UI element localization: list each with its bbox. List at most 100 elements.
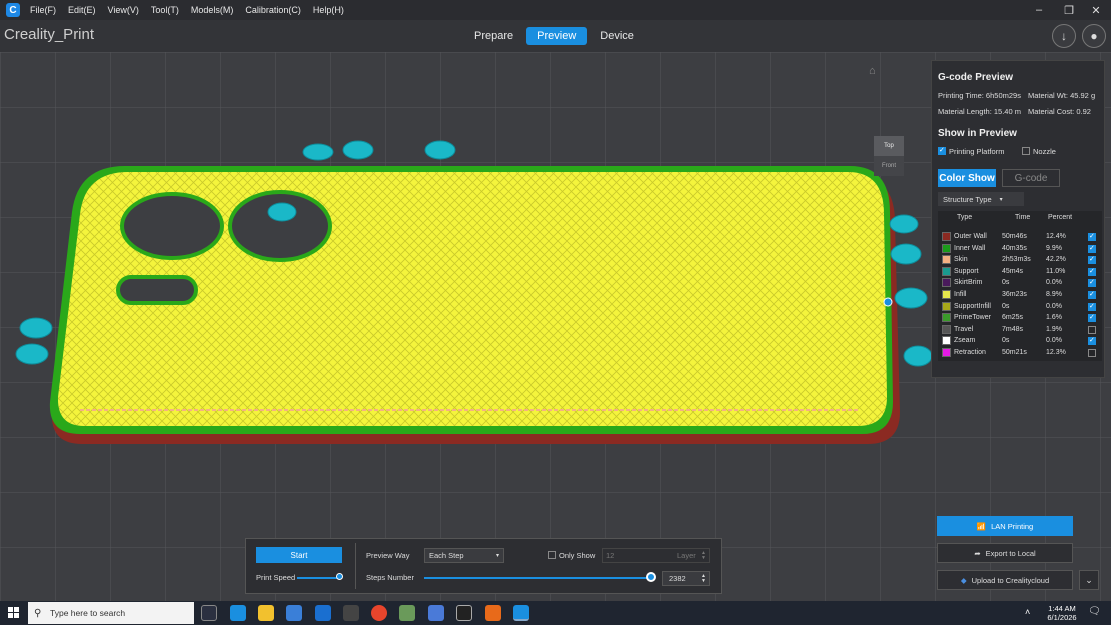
- print-speed-track[interactable]: [297, 577, 341, 579]
- show-in-preview-title: Show in Preview: [938, 128, 1017, 139]
- user-icon[interactable]: ●: [1082, 24, 1106, 48]
- search-placeholder: Type here to search: [50, 608, 126, 618]
- share-icon: ➦: [974, 548, 981, 558]
- print-speed-thumb[interactable]: [336, 573, 343, 580]
- nozzle-label: Nozzle: [1033, 147, 1056, 156]
- header-bar: Creality_Print Prepare Preview Device ↓ …: [0, 20, 1111, 52]
- gcode-tab[interactable]: G-code: [1002, 169, 1060, 187]
- legend-type: Support: [954, 267, 979, 275]
- legend-checkbox[interactable]: [1088, 232, 1096, 241]
- stepper-icon[interactable]: ▲ ▼: [701, 573, 706, 584]
- legend-checkbox[interactable]: [1088, 313, 1096, 323]
- legend-checkbox[interactable]: [1088, 255, 1096, 265]
- legend-checkbox[interactable]: [1088, 290, 1096, 299]
- file-explorer-icon[interactable]: [258, 605, 274, 621]
- legend-row: Skin 2h53m3s 42.2%: [938, 255, 1102, 266]
- legend-percent: 12.3%: [1046, 349, 1066, 356]
- windows-start-icon[interactable]: [8, 607, 20, 619]
- menu-edit[interactable]: Edit(E): [68, 5, 96, 15]
- color-swatch: [942, 278, 951, 288]
- search-icon: ⚲: [34, 607, 42, 619]
- layer-input[interactable]: 12 Layer ▲ ▼: [602, 548, 710, 563]
- legend-percent: 0.0%: [1046, 302, 1062, 310]
- legend-checkbox[interactable]: [1088, 325, 1096, 334]
- lan-printing-button[interactable]: 📶 LAN Printing: [937, 516, 1073, 536]
- upload-cloud-label: Upload to Crealitycloud: [971, 575, 1050, 585]
- app-icon[interactable]: [399, 605, 415, 621]
- menu-models[interactable]: Models(M): [191, 5, 234, 15]
- app-icon[interactable]: [485, 605, 501, 621]
- legend-row: Infill 36m23s 8.9%: [938, 290, 1102, 301]
- app-title: Creality_Print: [4, 26, 95, 43]
- preview-way-label: Preview Way: [366, 551, 410, 560]
- nozzle-checkbox[interactable]: Nozzle: [1022, 147, 1056, 156]
- app-icon[interactable]: [343, 605, 359, 621]
- legend-checkbox[interactable]: [1088, 278, 1096, 288]
- menu-calibration[interactable]: Calibration(C): [245, 5, 301, 15]
- store-icon[interactable]: [286, 605, 302, 621]
- legend-checkbox[interactable]: [1088, 336, 1096, 346]
- view-cube-top[interactable]: Top: [874, 136, 904, 156]
- download-icon[interactable]: ↓: [1052, 24, 1076, 48]
- start-button[interactable]: Start: [256, 547, 342, 563]
- printing-platform-checkbox[interactable]: Printing Platform: [938, 146, 1004, 156]
- color-swatch: [942, 348, 951, 357]
- steps-slider-track[interactable]: [424, 577, 652, 579]
- legend-checkbox[interactable]: [1088, 349, 1096, 357]
- steps-number-label: Steps Number: [366, 573, 414, 582]
- chevron-up-icon[interactable]: ˄: [1025, 607, 1030, 617]
- printing-time: Printing Time: 6h50m29s: [938, 91, 1021, 100]
- taskbar-search-input[interactable]: ⚲ Type here to search: [28, 602, 194, 624]
- stepper-icon[interactable]: ▲ ▼: [701, 550, 706, 561]
- home-icon[interactable]: ⌂: [869, 65, 876, 77]
- app-icon[interactable]: [428, 605, 444, 621]
- legend-checkbox[interactable]: [1088, 244, 1096, 253]
- color-show-tab[interactable]: Color Show: [938, 169, 996, 187]
- app-icon[interactable]: [456, 605, 472, 621]
- legend-checkbox[interactable]: [1088, 302, 1096, 311]
- steps-slider-thumb[interactable]: [646, 572, 656, 582]
- chrome-icon[interactable]: [371, 605, 387, 621]
- export-local-button[interactable]: ➦ Export to Local: [937, 543, 1073, 563]
- export-local-label: Export to Local: [985, 548, 1036, 558]
- tab-device[interactable]: Device: [589, 27, 645, 45]
- legend-checkbox[interactable]: [1088, 267, 1096, 276]
- minimize-icon[interactable]: –: [1024, 0, 1054, 20]
- menu-view[interactable]: View(V): [108, 5, 139, 15]
- upload-cloud-button[interactable]: ◆ Upload to Crealitycloud: [937, 570, 1073, 590]
- tool-head-marker: [883, 297, 893, 307]
- menu-file[interactable]: File(F): [30, 5, 56, 15]
- app-logo-icon: C: [6, 3, 20, 17]
- legend-type: Inner Wall: [954, 244, 986, 252]
- system-clock[interactable]: 1:44 AM 6/1/2026: [1044, 604, 1080, 622]
- view-cube[interactable]: Top Front: [874, 136, 904, 176]
- tab-preview[interactable]: Preview: [526, 27, 588, 45]
- close-icon[interactable]: ✕: [1081, 0, 1111, 20]
- view-cube-front[interactable]: Front: [874, 156, 904, 176]
- mail-icon[interactable]: [315, 605, 331, 621]
- menu-help[interactable]: Help(H): [313, 5, 344, 15]
- windows-taskbar: ⚲ Type here to search ˄ 1:44 AM 6/1/2026…: [0, 601, 1111, 625]
- preview-way-select[interactable]: Each Step ▾: [424, 548, 504, 563]
- legend-percent: 1.6%: [1046, 314, 1062, 322]
- preview-way-value: Each Step: [429, 551, 464, 560]
- task-view-icon[interactable]: [201, 605, 217, 621]
- legend-time: 2h53m3s: [1002, 256, 1031, 264]
- color-swatch: [942, 232, 951, 241]
- legend-row: Support 45m4s 11.0%: [938, 266, 1102, 278]
- menu-tool[interactable]: Tool(T): [151, 5, 179, 15]
- steps-number-input[interactable]: 2382 ▲ ▼: [662, 571, 710, 586]
- only-show-checkbox[interactable]: Only Show: [548, 551, 595, 560]
- color-swatch: [942, 301, 951, 311]
- creality-print-icon[interactable]: [513, 605, 529, 621]
- legend-type: Infill: [954, 291, 967, 298]
- legend-percent: 8.9%: [1046, 291, 1062, 298]
- chevron-down-icon[interactable]: ⌄: [1079, 570, 1099, 590]
- tab-prepare[interactable]: Prepare: [463, 27, 524, 45]
- notification-icon[interactable]: 🗨: [1088, 606, 1101, 617]
- structure-type-select[interactable]: Structure Type ▾: [938, 192, 1024, 206]
- edge-icon[interactable]: [230, 605, 246, 621]
- camera-hole-2: [228, 190, 332, 262]
- legend-type: PrimeTower: [954, 314, 991, 322]
- restore-icon[interactable]: ❐: [1054, 0, 1084, 20]
